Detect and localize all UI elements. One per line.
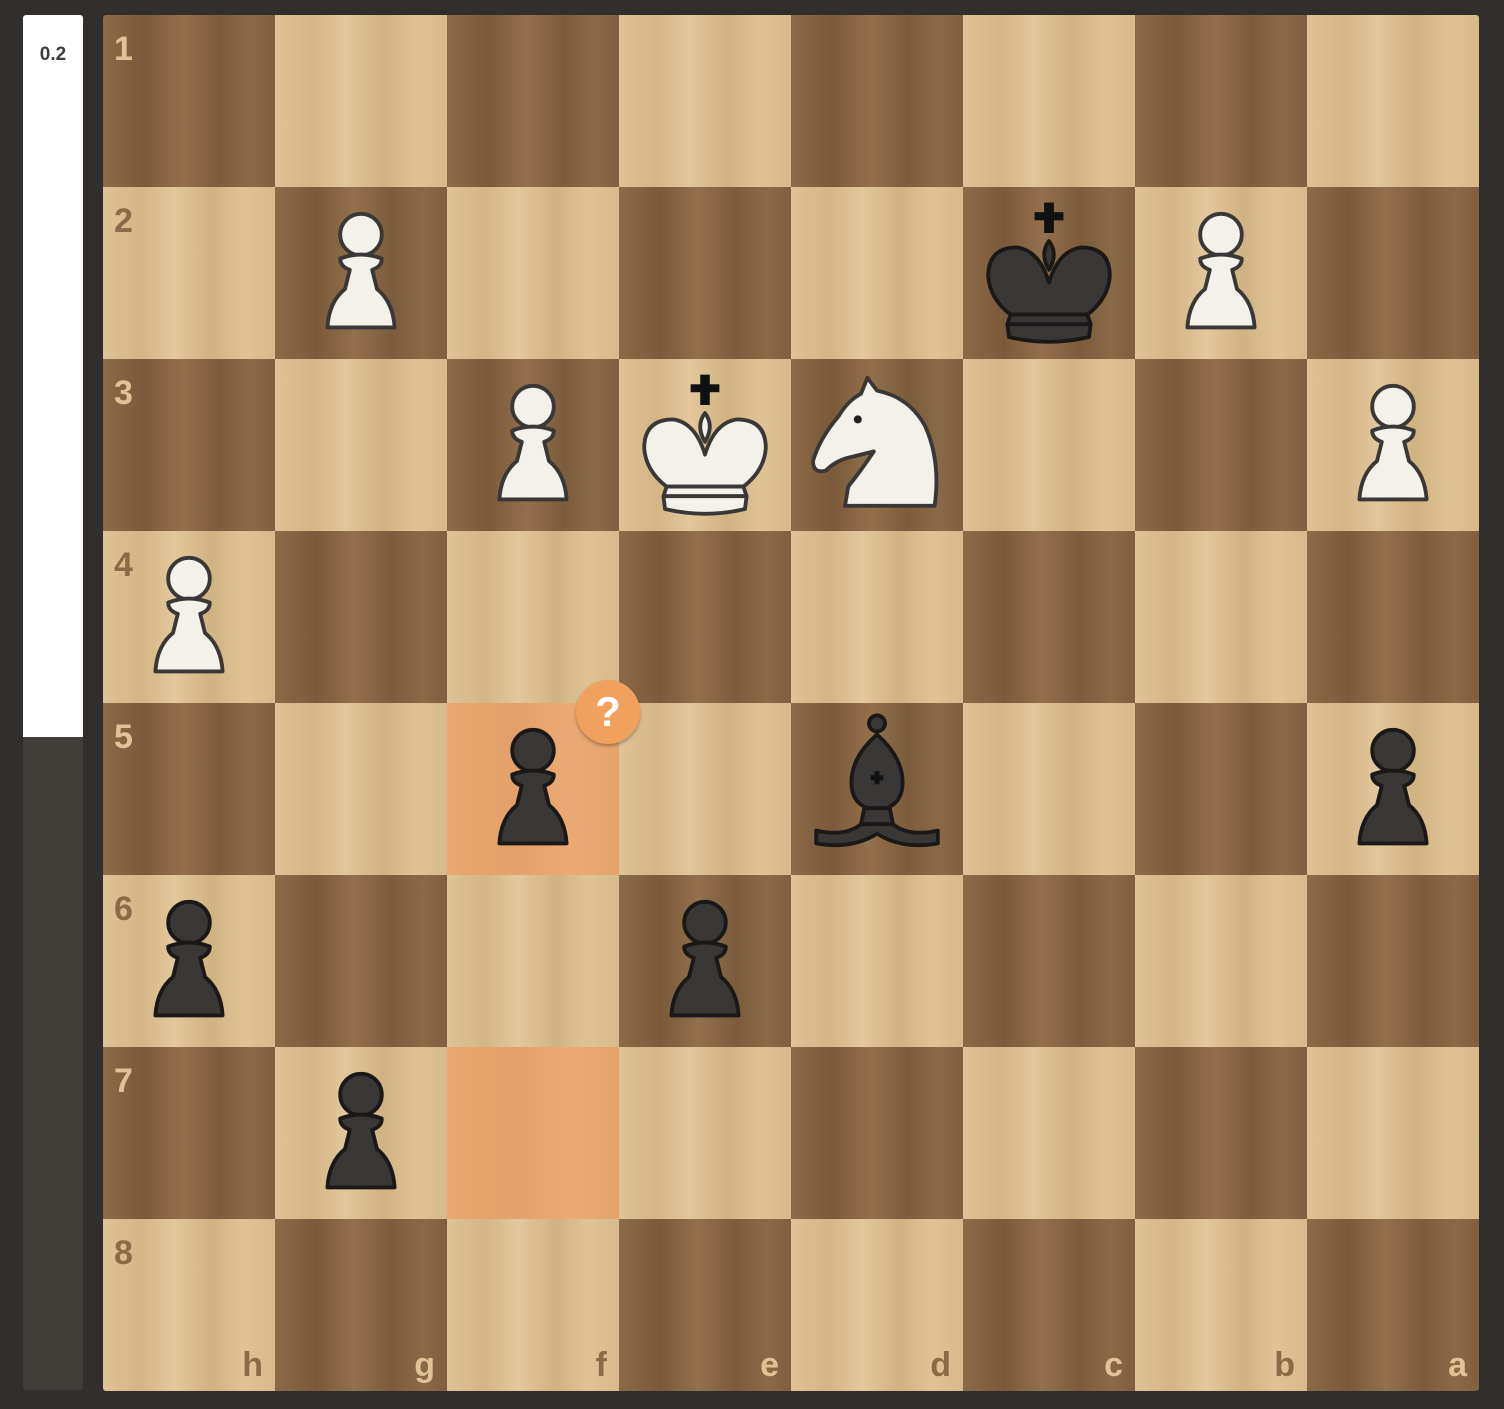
square-f8[interactable]: f: [447, 1219, 619, 1391]
file-label: e: [760, 1346, 779, 1384]
square-f2[interactable]: [447, 187, 619, 359]
square-c4[interactable]: [963, 531, 1135, 703]
file-label: g: [414, 1346, 435, 1384]
evaluation-bar: 0.2: [23, 15, 83, 1390]
square-f1[interactable]: [447, 15, 619, 187]
square-g8[interactable]: g: [275, 1219, 447, 1391]
square-b1[interactable]: [1135, 15, 1307, 187]
square-h3[interactable]: 3: [103, 359, 275, 531]
square-h8[interactable]: 8h: [103, 1219, 275, 1391]
file-label: c: [1104, 1346, 1123, 1384]
square-g6[interactable]: [275, 875, 447, 1047]
square-a7[interactable]: [1307, 1047, 1479, 1219]
square-b8[interactable]: b: [1135, 1219, 1307, 1391]
white-knight-icon[interactable]: [797, 365, 957, 525]
rank-label: 1: [114, 30, 133, 68]
square-h4[interactable]: 4: [103, 531, 275, 703]
square-f4[interactable]: [447, 531, 619, 703]
square-h2[interactable]: 2: [103, 187, 275, 359]
rank-label: 3: [114, 374, 133, 412]
square-b6[interactable]: [1135, 875, 1307, 1047]
square-e3[interactable]: [619, 359, 791, 531]
square-a3[interactable]: [1307, 359, 1479, 531]
square-e8[interactable]: e: [619, 1219, 791, 1391]
evaluation-score: 0.2: [39, 44, 67, 65]
black-king-icon[interactable]: [969, 193, 1129, 353]
square-c5[interactable]: [963, 703, 1135, 875]
white-pawn-icon[interactable]: [453, 365, 613, 525]
black-pawn-icon[interactable]: [1313, 709, 1473, 869]
rank-label: 2: [114, 202, 133, 240]
square-c3[interactable]: [963, 359, 1135, 531]
square-e2[interactable]: [619, 187, 791, 359]
square-f7[interactable]: [447, 1047, 619, 1219]
black-bishop-icon[interactable]: [797, 709, 957, 869]
square-b5[interactable]: [1135, 703, 1307, 875]
square-e6[interactable]: [619, 875, 791, 1047]
square-g2[interactable]: [275, 187, 447, 359]
square-d1[interactable]: [791, 15, 963, 187]
rank-label: 7: [114, 1062, 133, 1100]
rank-label: 8: [114, 1234, 133, 1272]
square-d6[interactable]: [791, 875, 963, 1047]
square-c8[interactable]: c: [963, 1219, 1135, 1391]
square-e7[interactable]: [619, 1047, 791, 1219]
square-a1[interactable]: [1307, 15, 1479, 187]
white-pawn-icon[interactable]: [1313, 365, 1473, 525]
square-b3[interactable]: [1135, 359, 1307, 531]
square-d7[interactable]: [791, 1047, 963, 1219]
square-g5[interactable]: [275, 703, 447, 875]
white-pawn-icon[interactable]: [1141, 193, 1301, 353]
square-d4[interactable]: [791, 531, 963, 703]
square-e4[interactable]: [619, 531, 791, 703]
square-d2[interactable]: [791, 187, 963, 359]
square-h5[interactable]: 5: [103, 703, 275, 875]
file-label: h: [242, 1346, 263, 1384]
square-a6[interactable]: [1307, 875, 1479, 1047]
square-c1[interactable]: [963, 15, 1135, 187]
square-g4[interactable]: [275, 531, 447, 703]
square-g7[interactable]: [275, 1047, 447, 1219]
square-a2[interactable]: [1307, 187, 1479, 359]
square-h7[interactable]: 7: [103, 1047, 275, 1219]
square-g1[interactable]: [275, 15, 447, 187]
black-pawn-icon[interactable]: [281, 1053, 441, 1213]
white-pawn-icon[interactable]: [109, 537, 269, 697]
file-label: b: [1274, 1346, 1295, 1384]
square-e5[interactable]: [619, 703, 791, 875]
white-king-icon[interactable]: [625, 365, 785, 525]
square-a4[interactable]: [1307, 531, 1479, 703]
mistake-icon: ?: [576, 680, 640, 744]
file-label: f: [595, 1346, 607, 1384]
square-d5[interactable]: [791, 703, 963, 875]
square-c2[interactable]: [963, 187, 1135, 359]
square-a5[interactable]: [1307, 703, 1479, 875]
file-label: d: [930, 1346, 951, 1384]
square-d8[interactable]: d: [791, 1219, 963, 1391]
square-b7[interactable]: [1135, 1047, 1307, 1219]
square-e1[interactable]: [619, 15, 791, 187]
square-a8[interactable]: a: [1307, 1219, 1479, 1391]
square-h6[interactable]: 6: [103, 875, 275, 1047]
square-f6[interactable]: [447, 875, 619, 1047]
square-c7[interactable]: [963, 1047, 1135, 1219]
square-c6[interactable]: [963, 875, 1135, 1047]
evaluation-bar-white-fill: [23, 15, 83, 737]
square-g3[interactable]: [275, 359, 447, 531]
rank-label: 5: [114, 718, 133, 756]
black-pawn-icon[interactable]: [109, 881, 269, 1041]
chess-board[interactable]: 12345678hgfedcba: [103, 15, 1479, 1391]
square-d3[interactable]: [791, 359, 963, 531]
file-label: a: [1448, 1346, 1467, 1384]
square-b2[interactable]: [1135, 187, 1307, 359]
white-pawn-icon[interactable]: [281, 193, 441, 353]
square-b4[interactable]: [1135, 531, 1307, 703]
black-pawn-icon[interactable]: [625, 881, 785, 1041]
square-f3[interactable]: [447, 359, 619, 531]
square-h1[interactable]: 1: [103, 15, 275, 187]
